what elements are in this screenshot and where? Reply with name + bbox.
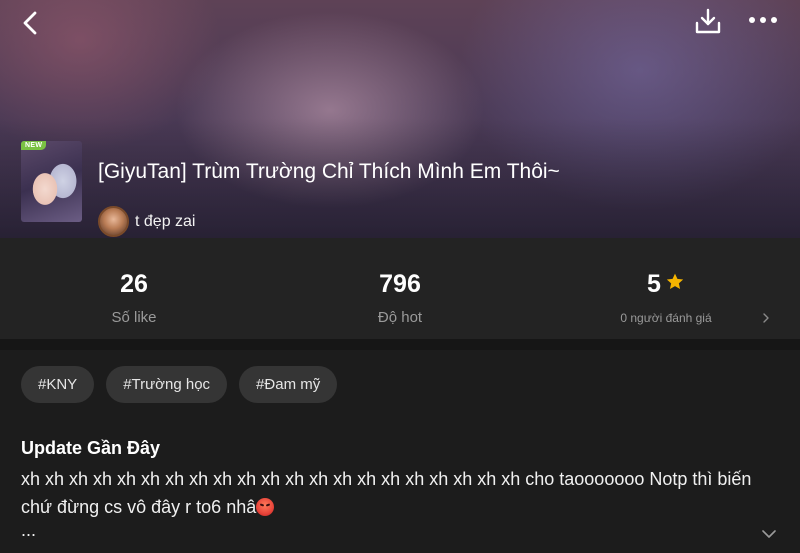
update-text-content: xh xh xh xh xh xh xh xh xh xh xh xh xh x… [21, 469, 752, 517]
update-text: xh xh xh xh xh xh xh xh xh xh xh xh xh x… [21, 465, 781, 521]
stat-hot: 796 Độ hot [340, 238, 460, 339]
update-ellipsis: ... [21, 520, 37, 540]
tag-chip[interactable]: #KNY [21, 366, 95, 403]
stat-rating[interactable]: 5 0 người đánh giá [586, 238, 746, 339]
rating-value: 5 [647, 270, 661, 298]
likes-count: 26 [120, 270, 148, 298]
update-heading: Update Gần Đây [21, 438, 161, 458]
hot-label: Độ hot [377, 309, 423, 326]
hot-count: 796 [379, 270, 421, 298]
hero-banner [0, 0, 800, 238]
comic-cover-image[interactable]: NEW [21, 141, 82, 222]
stat-likes: 26 Số like [74, 238, 194, 339]
tag-list: #KNY #Trường học #Đam mỹ [21, 366, 338, 403]
download-button[interactable] [690, 4, 726, 38]
stats-bar: 26 Số like 796 Độ hot 5 0 người đánh giá [0, 238, 800, 339]
author-link[interactable]: t đẹp zai [98, 206, 195, 237]
rating-count-label: 0 người đánh giá [620, 311, 712, 325]
likes-label: Số like [111, 309, 157, 326]
star-icon [666, 274, 684, 290]
section-divider [0, 339, 800, 350]
comic-title: [GiyuTan] Trùm Trường Chỉ Thích Mình Em … [98, 160, 560, 183]
chevron-down-icon[interactable] [760, 527, 778, 541]
more-horizontal-icon [749, 17, 777, 23]
download-icon [695, 8, 721, 34]
tag-chip[interactable]: #Đam mỹ [239, 366, 338, 403]
new-badge: NEW [21, 141, 47, 150]
angry-face-emoji-icon [256, 498, 275, 516]
chevron-right-icon[interactable] [760, 309, 772, 327]
back-button[interactable] [14, 6, 48, 40]
tag-chip[interactable]: #Trường học [106, 366, 228, 403]
chevron-left-icon [23, 11, 37, 35]
more-options-button[interactable] [744, 6, 782, 34]
author-avatar[interactable] [98, 206, 129, 237]
author-name[interactable]: t đẹp zai [135, 213, 195, 231]
rating-value-row: 5 [586, 270, 746, 299]
